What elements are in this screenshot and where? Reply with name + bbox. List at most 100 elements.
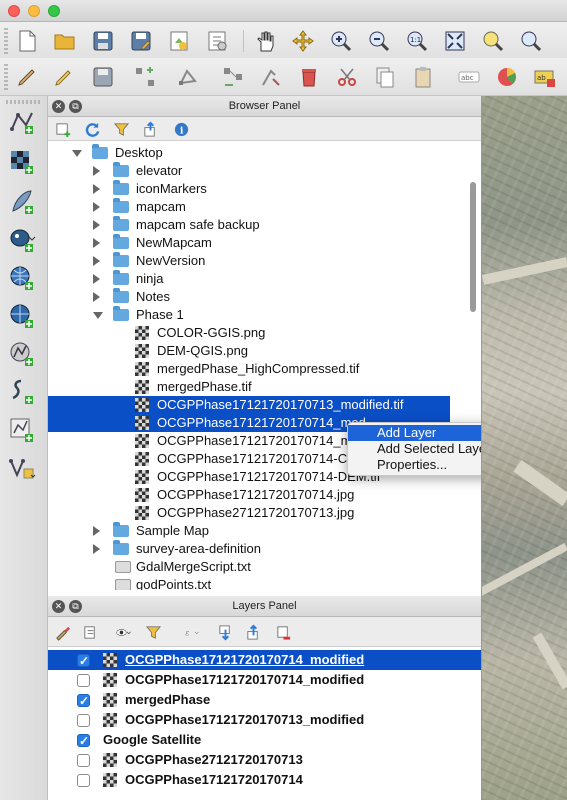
collapsed-arrow-icon[interactable] — [93, 544, 100, 554]
browser-folder-item[interactable]: mapcam — [48, 198, 468, 216]
browser-file-item[interactable]: mergedPhase.tif — [48, 378, 468, 396]
zoom-to-layer-icon[interactable] — [518, 28, 544, 54]
expand-all-icon[interactable] — [216, 623, 234, 641]
expanded-arrow-icon[interactable] — [72, 150, 82, 157]
new-temporary-layer-icon[interactable] — [4, 452, 40, 484]
browser-folder-item[interactable]: Notes — [48, 288, 468, 306]
close-panel-icon[interactable]: ✕ — [52, 100, 65, 113]
add-spatialite-layer-icon[interactable] — [4, 186, 40, 218]
browser-tree[interactable]: Desktop elevator iconMarkers mapcam mapcam s… — [48, 142, 481, 590]
layer-visibility-checkbox[interactable] — [77, 674, 90, 687]
toolbar-grip[interactable] — [6, 100, 42, 104]
float-panel-icon[interactable]: ⧉ — [69, 600, 82, 613]
layer-row[interactable]: OCGPPhase17121720170714 — [48, 770, 481, 790]
new-print-composer-icon[interactable] — [166, 28, 192, 54]
layer-row[interactable]: OCGPPhase17121720170714_modified — [48, 670, 481, 690]
add-vector-layer-icon[interactable] — [4, 106, 40, 138]
collapse-all-icon[interactable] — [244, 623, 262, 641]
collapsed-arrow-icon[interactable] — [93, 202, 100, 212]
browser-file-item[interactable]: OCGPPhase27121720170713.jpg — [48, 504, 468, 522]
add-raster-layer-icon[interactable] — [4, 146, 40, 178]
browser-file-item[interactable]: DEM-QGIS.png — [48, 342, 468, 360]
save-as-icon[interactable] — [128, 28, 154, 54]
layer-visibility-checkbox[interactable] — [77, 774, 90, 787]
collapsed-arrow-icon[interactable] — [93, 292, 100, 302]
add-wms-layer-icon[interactable] — [4, 262, 40, 294]
zoom-out-icon[interactable] — [366, 28, 392, 54]
browser-file-item[interactable]: godPoints.txt — [48, 576, 468, 590]
refresh-icon[interactable] — [83, 120, 101, 138]
browser-folder-item[interactable]: Phase 1 — [48, 306, 468, 324]
layer-row[interactable]: OCGPPhase17121720170714_modified — [48, 650, 481, 671]
close-panel-icon[interactable]: ✕ — [52, 600, 65, 613]
add-feature-icon[interactable] — [132, 64, 158, 90]
collapsed-arrow-icon[interactable] — [93, 166, 100, 176]
add-postgis-layer-icon[interactable] — [4, 224, 40, 256]
copy-features-icon[interactable] — [372, 64, 398, 90]
current-edits-icon[interactable] — [14, 64, 40, 90]
add-selected-icon[interactable] — [54, 120, 72, 138]
collapsed-arrow-icon[interactable] — [93, 220, 100, 230]
filter-legend-icon[interactable] — [144, 623, 162, 641]
delete-selected-icon[interactable] — [296, 64, 322, 90]
collapse-all-icon[interactable] — [141, 120, 159, 138]
add-delimited-text-icon[interactable] — [4, 376, 40, 408]
layer-row[interactable]: Google Satellite — [48, 730, 481, 751]
move-feature-icon[interactable] — [176, 64, 202, 90]
add-wcs-layer-icon[interactable] — [4, 300, 40, 332]
save-project-icon[interactable] — [90, 28, 116, 54]
collapsed-arrow-icon[interactable] — [93, 184, 100, 194]
layer-row[interactable]: OCGPPhase27121720170713 — [48, 750, 481, 770]
remove-layer-icon[interactable] — [274, 623, 292, 641]
browser-folder-item[interactable]: elevator — [48, 162, 468, 180]
layer-row[interactable]: OCGPPhase17121720170713_modified — [48, 710, 481, 730]
filter-expression-icon[interactable]: ε — [178, 623, 206, 641]
collapsed-arrow-icon[interactable] — [93, 256, 100, 266]
map-canvas[interactable] — [481, 96, 567, 800]
browser-folder-item[interactable]: Desktop — [48, 144, 468, 162]
browser-folder-item[interactable]: NewVersion — [48, 252, 468, 270]
zoom-full-icon[interactable] — [442, 28, 468, 54]
open-project-icon[interactable] — [52, 28, 78, 54]
collapsed-arrow-icon[interactable] — [93, 238, 100, 248]
layer-visibility-checkbox[interactable] — [77, 651, 90, 671]
new-shapefile-icon[interactable] — [4, 414, 40, 446]
collapsed-arrow-icon[interactable] — [93, 274, 100, 284]
cut-features-icon[interactable] — [334, 64, 360, 90]
pan-to-selection-icon[interactable] — [290, 28, 316, 54]
browser-folder-item[interactable]: survey-area-definition — [48, 540, 468, 558]
browser-file-item[interactable]: mergedPhase_HighCompressed.tif — [48, 360, 468, 378]
node-tool-icon[interactable] — [220, 64, 246, 90]
browser-file-item[interactable]: OCGPPhase17121720170714.jpg — [48, 486, 468, 504]
layer-visibility-checkbox[interactable] — [77, 691, 90, 711]
zoom-window-button[interactable] — [48, 5, 60, 17]
label-pin-icon[interactable]: ab — [532, 64, 558, 90]
close-window-button[interactable] — [8, 5, 20, 17]
collapsed-arrow-icon[interactable] — [93, 526, 100, 536]
toolbar-grip[interactable] — [4, 64, 8, 90]
layer-styling-icon[interactable] — [53, 623, 71, 641]
float-panel-icon[interactable]: ⧉ — [69, 100, 82, 113]
add-group-icon[interactable] — [81, 623, 99, 641]
browser-folder-item[interactable]: mapcam safe backup — [48, 216, 468, 234]
browser-folder-item[interactable]: NewMapcam — [48, 234, 468, 252]
new-project-icon[interactable] — [14, 28, 40, 54]
layer-visibility-checkbox[interactable] — [77, 754, 90, 767]
manage-visibility-icon[interactable] — [110, 623, 138, 641]
filter-icon[interactable] — [112, 120, 130, 138]
browser-folder-item[interactable]: ninja — [48, 270, 468, 288]
label-icon[interactable]: abc — [456, 64, 482, 90]
browser-file-item[interactable]: GdalMergeScript.txt — [48, 558, 468, 576]
browser-folder-item[interactable]: Sample Map — [48, 522, 468, 540]
node-edit-icon[interactable] — [258, 64, 284, 90]
expanded-arrow-icon[interactable] — [93, 312, 103, 319]
pan-icon[interactable] — [252, 28, 278, 54]
browser-file-item[interactable]: COLOR-GGIS.png — [48, 324, 468, 342]
toggle-editing-icon[interactable] — [50, 64, 76, 90]
diagram-icon[interactable] — [494, 64, 520, 90]
layer-visibility-checkbox[interactable] — [77, 714, 90, 727]
browser-scrollbar-thumb[interactable] — [470, 182, 476, 312]
browser-folder-item[interactable]: iconMarkers — [48, 180, 468, 198]
properties-icon[interactable]: i — [172, 120, 190, 138]
minimize-window-button[interactable] — [28, 5, 40, 17]
